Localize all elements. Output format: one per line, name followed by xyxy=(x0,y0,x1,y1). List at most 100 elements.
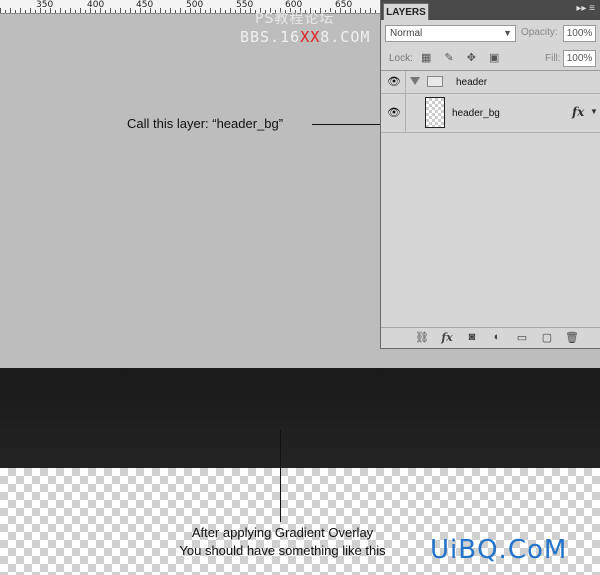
ruler-tick xyxy=(130,8,131,13)
ruler-tick xyxy=(150,8,151,13)
ruler-tick xyxy=(70,8,71,13)
layer-name: header_bg xyxy=(452,108,500,119)
watermark-part2: 8.COM xyxy=(320,28,371,46)
mask-icon[interactable]: ◙ xyxy=(465,331,479,344)
panel-footer: ⛓ fx ◙ ◐ ▭ ▢ 🗑 xyxy=(381,327,600,348)
ruler-tick xyxy=(85,10,86,13)
ruler-tick xyxy=(25,10,26,13)
ruler-tick xyxy=(220,8,221,13)
result-annotation-line1: After applying Gradient Overlay xyxy=(191,525,374,540)
watermark-red-part: XX xyxy=(300,28,321,46)
ruler-tick xyxy=(65,10,66,13)
ruler-tick xyxy=(350,8,351,13)
ruler-tick xyxy=(345,10,346,13)
ruler-tick xyxy=(50,8,51,13)
ruler-tick xyxy=(370,8,371,13)
ruler-tick xyxy=(120,8,121,13)
ruler-tick xyxy=(205,10,206,13)
expand-effects-icon[interactable]: ▼ xyxy=(590,107,598,116)
ruler-tick xyxy=(80,8,81,13)
ruler-tick xyxy=(180,8,181,13)
eye-icon[interactable]: 👁 xyxy=(386,75,402,88)
ruler-tick xyxy=(5,10,6,13)
watermark-part1: BBS.16 xyxy=(240,28,301,46)
layer-row-header-bg[interactable]: 👁 header_bg fx ▼ xyxy=(381,94,600,133)
ruler-tick xyxy=(110,8,111,13)
ruler-tick xyxy=(55,10,56,13)
header-dark-band xyxy=(0,368,600,468)
ruler-tick xyxy=(60,8,61,13)
ruler-tick xyxy=(100,8,101,13)
ruler-tick xyxy=(375,10,376,13)
layer-name: header xyxy=(456,77,488,88)
result-annotation: After applying Gradient Overlay You shou… xyxy=(160,524,405,560)
ruler-tick xyxy=(210,8,211,13)
ruler-tick xyxy=(165,10,166,13)
ruler-tick xyxy=(170,8,171,13)
ruler-tick xyxy=(135,10,136,13)
ruler-tick xyxy=(365,10,366,13)
ruler-tick xyxy=(115,10,116,13)
chevron-down-icon: ▼ xyxy=(503,28,512,38)
fill-label: Fill: xyxy=(545,53,561,64)
watermark-line1: PS教程论坛 xyxy=(255,11,335,27)
blend-mode-value: Normal xyxy=(390,28,423,39)
ruler-tick xyxy=(10,8,11,13)
ruler-tick xyxy=(360,8,361,13)
ruler-tick xyxy=(20,8,21,13)
layer-thumbnail xyxy=(425,97,445,128)
fill-field[interactable]: 100% xyxy=(563,50,596,67)
result-annotation-line2: You should have something like this xyxy=(179,543,386,558)
ruler-tick xyxy=(160,8,161,13)
ruler-tick xyxy=(145,10,146,13)
ruler-tick xyxy=(335,10,336,13)
fx-icon[interactable]: fx xyxy=(572,105,584,119)
lock-icons[interactable]: ▦ ✎ ✥ ▣ xyxy=(421,51,504,64)
ruler-tick xyxy=(140,8,141,13)
opacity-label: Opacity: xyxy=(521,27,558,38)
ruler-tick xyxy=(235,10,236,13)
site-logo: UiBQ.CoM xyxy=(430,535,568,565)
new-layer-icon[interactable]: ▢ xyxy=(540,331,554,344)
ruler-tick xyxy=(0,8,1,13)
layers-panel: LAYERS ▸▸ ≡ Normal ▼ Opacity: 100% Lock:… xyxy=(380,0,600,349)
ruler-tick xyxy=(240,8,241,13)
trash-icon[interactable]: 🗑 xyxy=(565,331,579,344)
link-icon[interactable]: ⛓ xyxy=(415,331,429,344)
blend-mode-select[interactable]: Normal ▼ xyxy=(385,25,516,42)
ruler-tick xyxy=(230,8,231,13)
ruler-tick xyxy=(95,10,96,13)
watermark-line2: BBS.16XX8.COM xyxy=(240,28,370,46)
opacity-field[interactable]: 100% xyxy=(563,25,596,42)
call-layer-annotation: Call this layer: “header_bg” xyxy=(127,116,284,131)
eye-icon[interactable]: 👁 xyxy=(386,106,402,119)
lock-label: Lock: xyxy=(389,53,413,64)
layer-row-header-group[interactable]: 👁 header xyxy=(381,71,600,94)
ruler-tick xyxy=(225,10,226,13)
ruler-tick xyxy=(105,10,106,13)
panel-header: LAYERS ▸▸ ≡ xyxy=(381,0,600,20)
panel-menu-icon[interactable]: ▸▸ ≡ xyxy=(576,3,595,14)
ruler-tick xyxy=(125,10,126,13)
ruler-tick xyxy=(200,8,201,13)
fx-icon[interactable]: fx xyxy=(440,331,454,344)
ruler-tick xyxy=(15,10,16,13)
ruler-tick xyxy=(355,10,356,13)
adjustment-icon[interactable]: ◐ xyxy=(490,331,504,344)
ruler-tick xyxy=(40,8,41,13)
disclosure-triangle-icon[interactable] xyxy=(410,77,420,85)
ruler-tick xyxy=(30,8,31,13)
ruler-tick xyxy=(175,10,176,13)
folder-icon xyxy=(427,76,443,87)
tab-layers[interactable]: LAYERS xyxy=(383,3,429,20)
ruler-tick xyxy=(45,10,46,13)
ruler-tick xyxy=(75,10,76,13)
ruler-tick xyxy=(215,10,216,13)
ruler-tick xyxy=(90,8,91,13)
ruler-tick xyxy=(195,10,196,13)
ruler-tick xyxy=(340,8,341,13)
ruler-tick xyxy=(185,10,186,13)
callout-line-vertical xyxy=(280,430,281,522)
ruler-tick xyxy=(190,8,191,13)
folder-icon[interactable]: ▭ xyxy=(515,331,529,344)
